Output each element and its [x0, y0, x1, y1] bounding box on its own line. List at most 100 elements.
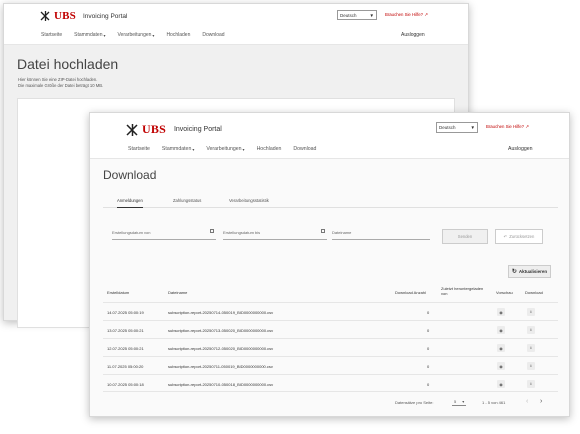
- tab-zahlungsstatus[interactable]: Zahlungsstatus: [173, 198, 201, 203]
- column-header-last-downloaded[interactable]: Zuletzt heruntergeladen von: [441, 286, 483, 296]
- portal-name: Invoicing Portal: [83, 12, 128, 20]
- language-select[interactable]: Deutsch ▼: [436, 122, 478, 133]
- logout-link[interactable]: Ausloggen: [508, 146, 533, 152]
- nav-download[interactable]: Download: [293, 146, 316, 152]
- nav-stammdaten[interactable]: Stammdaten ▾: [162, 146, 194, 152]
- download-window: UBS Invoicing Portal Deutsch ▼ Brauchen …: [89, 112, 570, 417]
- cell-filename: subscription-report-20250712-050020_BID0…: [168, 346, 274, 351]
- cell-download-count: 0: [427, 328, 430, 333]
- external-link-icon: ↗: [424, 12, 428, 17]
- refresh-icon: ↻: [511, 269, 517, 275]
- table-row: 12.07.2025 05:00:21 subscription-report-…: [103, 338, 558, 356]
- column-header-download: Download: [525, 290, 543, 295]
- per-page-value: 5: [454, 399, 457, 404]
- download-icon[interactable]: ⭳: [527, 380, 535, 388]
- preview-eye-icon[interactable]: ◉: [497, 362, 505, 370]
- nav-verarbeitungen[interactable]: Verarbeitungen ▾: [206, 146, 244, 152]
- help-link-text: Brauchen Sie Hilfe?: [486, 124, 524, 129]
- download-icon[interactable]: ⭳: [527, 308, 535, 316]
- date-from-placeholder: Erstellungsdatum von: [112, 230, 151, 235]
- per-page-label: Datensätze pro Seite:: [395, 400, 434, 405]
- ubs-logo-text: UBS: [54, 10, 76, 22]
- column-header-download-count[interactable]: Download Anzahl: [395, 290, 426, 295]
- main-nav: Startseite Stammdaten ▾ Verarbeitungen ▾ H…: [128, 146, 316, 152]
- page-title: Datei hochladen: [17, 56, 119, 72]
- cell-created: 11.07.2025 05:00:20: [107, 364, 144, 369]
- upload-info-line1: Hier können Sie eine ZIP-Datei hochladen…: [18, 77, 98, 82]
- column-header-filename[interactable]: Dateiname: [168, 290, 187, 295]
- nav-stammdaten[interactable]: Stammdaten ▾: [74, 32, 105, 38]
- header: UBS Invoicing Portal Deutsch ▼ Brauchen …: [4, 4, 468, 45]
- nav-verarbeitungen[interactable]: Verarbeitungen ▾: [118, 32, 155, 38]
- undo-icon: ↶: [503, 234, 508, 239]
- help-link[interactable]: Brauchen Sie Hilfe? ↗: [486, 124, 529, 130]
- cell-download-count: 0: [427, 364, 430, 369]
- nav-verarbeitungen-label: Verarbeitungen: [206, 146, 242, 152]
- refresh-button-label: Aktualisieren: [518, 269, 548, 274]
- chevron-down-icon: ▾: [103, 32, 106, 38]
- date-from-input[interactable]: Erstellungsdatum von: [112, 225, 216, 240]
- nav-download[interactable]: Download: [202, 32, 224, 38]
- header: UBS Invoicing Portal Deutsch ▼ Brauchen …: [90, 113, 569, 159]
- cell-download-count: 0: [427, 310, 430, 315]
- filename-input[interactable]: Dateiname: [332, 225, 430, 240]
- column-header-preview: Vorschau: [496, 290, 513, 295]
- page-title: Download: [103, 168, 157, 182]
- table-row: 14.07.2025 05:00:19 subscription-report-…: [103, 302, 558, 320]
- language-select[interactable]: Deutsch ▼: [337, 10, 377, 20]
- preview-eye-icon[interactable]: ◉: [497, 326, 505, 334]
- per-page-select[interactable]: 5 ▾: [452, 398, 467, 406]
- ubs-logo: UBS Invoicing Portal: [126, 122, 222, 137]
- table-row: 11.07.2025 05:00:20 subscription-report-…: [103, 356, 558, 374]
- help-link[interactable]: Brauchen Sie Hilfe? ↗: [385, 12, 428, 18]
- language-value: Deutsch: [340, 12, 357, 18]
- nav-startseite[interactable]: Startseite: [41, 32, 62, 38]
- download-icon[interactable]: ⭳: [527, 326, 535, 334]
- chevron-down-icon: ▾: [242, 146, 245, 152]
- reset-button-label: Zurücksetzen: [509, 234, 535, 239]
- pagination-range: 1 - 5 von 461: [482, 400, 506, 405]
- caret-down-icon: ▼: [470, 125, 475, 130]
- column-header-created[interactable]: Erstelldatum: [107, 290, 129, 295]
- cell-filename: subscription-report-20250711-050019_BID0…: [168, 364, 273, 369]
- preview-eye-icon[interactable]: ◉: [497, 380, 505, 388]
- prev-page-icon[interactable]: ‹: [526, 398, 528, 405]
- nav-startseite[interactable]: Startseite: [128, 146, 150, 152]
- calendar-icon[interactable]: [210, 229, 214, 233]
- logout-link[interactable]: Ausloggen: [401, 32, 425, 38]
- cell-filename: subscription-report-20250713-050020_BID0…: [168, 328, 274, 333]
- nav-stammdaten-label: Stammdaten: [74, 32, 103, 38]
- calendar-icon[interactable]: [321, 229, 325, 233]
- send-button[interactable]: Senden: [442, 229, 488, 244]
- caret-down-icon: ▾: [462, 399, 465, 404]
- preview-eye-icon[interactable]: ◉: [497, 344, 505, 352]
- next-page-icon[interactable]: ›: [540, 398, 542, 405]
- tab-verarbeitungsstatistik[interactable]: Verarbeitungsstatistik: [229, 198, 269, 203]
- chevron-down-icon: ▾: [152, 32, 155, 38]
- chevron-down-icon: ▾: [192, 146, 195, 152]
- main-nav: Startseite Stammdaten ▾ Verarbeitungen ▾ H…: [41, 32, 225, 38]
- table-row: 10.07.2025 05:00:18 subscription-report-…: [103, 374, 558, 392]
- tab-anmeldungen[interactable]: Anmeldungen: [117, 198, 143, 208]
- filename-placeholder: Dateiname: [332, 230, 352, 235]
- reset-button[interactable]: ↶ Zurücksetzen: [495, 229, 543, 244]
- cell-created: 10.07.2025 05:00:18: [107, 382, 144, 387]
- ubs-logo-text: UBS: [142, 122, 166, 136]
- nav-hochladen[interactable]: Hochladen: [166, 32, 190, 38]
- cell-filename: subscription-report-20250714-050019_BID0…: [168, 310, 274, 315]
- nav-hochladen[interactable]: Hochladen: [257, 146, 282, 152]
- date-to-input[interactable]: Erstellungsdatum bis: [223, 225, 327, 240]
- nav-verarbeitungen-label: Verarbeitungen: [117, 32, 152, 38]
- refresh-button[interactable]: ↻ Aktualisieren: [508, 265, 551, 278]
- send-button-label: Senden: [457, 234, 473, 239]
- help-link-text: Brauchen Sie Hilfe?: [385, 12, 423, 17]
- download-icon[interactable]: ⭳: [527, 362, 535, 370]
- external-link-icon: ↗: [525, 124, 529, 129]
- column-header-last-downloaded-line2: von: [441, 291, 448, 296]
- upload-info-line2: Die maximale Größe der Datei beträgt 10 …: [18, 83, 104, 88]
- cell-filename: subscription-report-20250710-050018_BID0…: [168, 382, 274, 387]
- preview-eye-icon[interactable]: ◉: [497, 308, 505, 316]
- cell-created: 13.07.2025 05:00:21: [107, 328, 144, 333]
- ubs-logo: UBS Invoicing Portal: [40, 10, 127, 22]
- download-icon[interactable]: ⭳: [527, 344, 535, 352]
